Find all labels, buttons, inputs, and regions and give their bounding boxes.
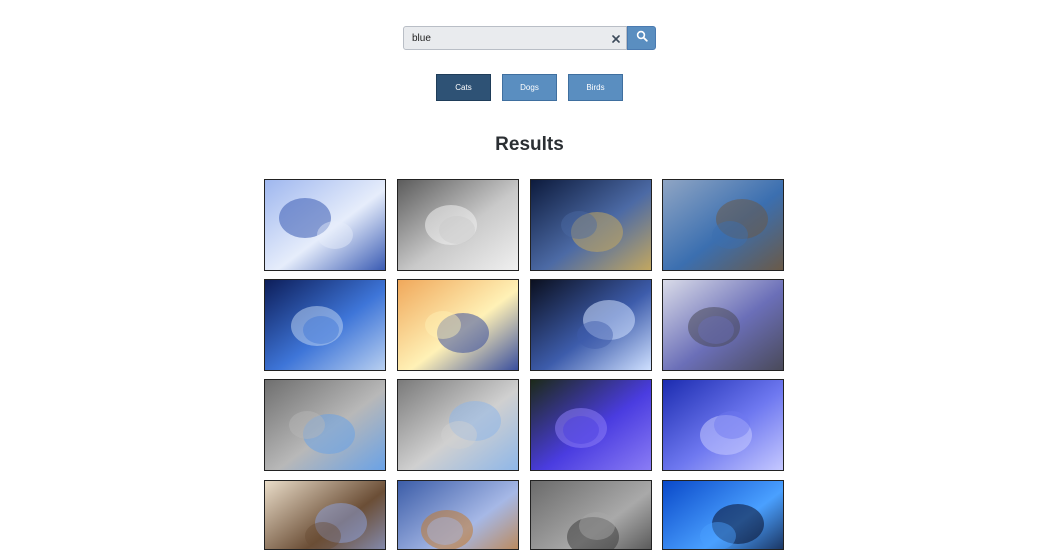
result-image[interactable] (264, 279, 386, 371)
result-image[interactable] (264, 480, 386, 550)
search-button[interactable] (627, 26, 656, 50)
search-bar (403, 26, 656, 50)
result-image[interactable] (530, 379, 652, 471)
result-image[interactable] (530, 480, 652, 550)
search-icon (636, 29, 648, 47)
close-icon (612, 30, 620, 48)
search-field (403, 26, 627, 50)
result-image[interactable] (530, 179, 652, 271)
result-image[interactable] (397, 480, 519, 550)
result-image[interactable] (662, 480, 784, 550)
result-image[interactable] (662, 179, 784, 271)
result-image[interactable] (662, 379, 784, 471)
category-button-dogs[interactable]: Dogs (502, 74, 557, 101)
result-image[interactable] (397, 179, 519, 271)
category-button-birds[interactable]: Birds (568, 74, 623, 101)
result-image[interactable] (264, 179, 386, 271)
result-image[interactable] (397, 379, 519, 471)
category-button-cats[interactable]: Cats (436, 74, 491, 101)
clear-search-button[interactable] (609, 31, 623, 47)
results-heading: Results (495, 134, 564, 155)
result-image[interactable] (397, 279, 519, 371)
result-image[interactable] (264, 379, 386, 471)
result-image[interactable] (530, 279, 652, 371)
search-input[interactable] (412, 30, 602, 46)
result-image[interactable] (662, 279, 784, 371)
